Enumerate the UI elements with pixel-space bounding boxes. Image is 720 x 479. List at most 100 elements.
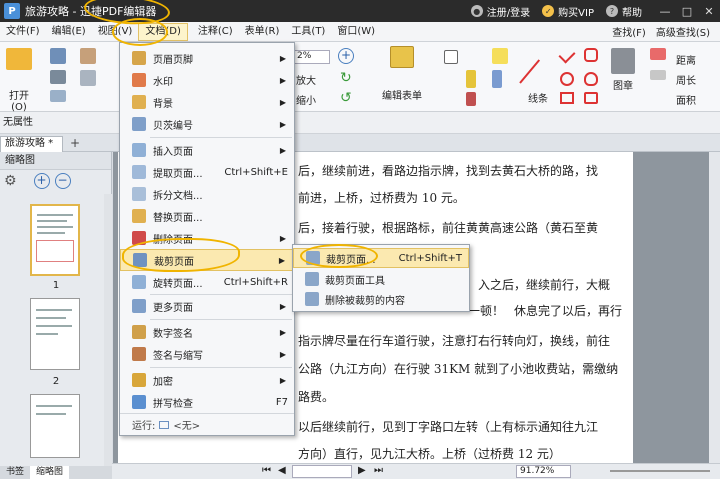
print-icon[interactable]	[50, 70, 66, 84]
page-thumbnail-3[interactable]	[30, 394, 80, 458]
enlarge-label[interactable]: 放大	[296, 72, 316, 87]
zoom-in-thumb-icon[interactable]: +	[33, 173, 50, 189]
shortcut-label: F7	[275, 396, 288, 408]
page-number-input[interactable]	[292, 465, 352, 478]
next-page-icon[interactable]: ▶	[358, 465, 366, 476]
distance-label[interactable]: 距离	[676, 52, 696, 67]
edit-form-button[interactable]: 编辑表单	[366, 46, 438, 102]
menu-item-digital-signature[interactable]: 数字签名 ▶	[120, 321, 294, 343]
menu-edit[interactable]: 编辑(E)	[46, 23, 92, 41]
document-scrollbar[interactable]	[709, 152, 720, 463]
thumbnail-scrollbar[interactable]	[104, 194, 112, 466]
chevron-right-icon: ▶	[279, 233, 286, 243]
rotate-cw-icon[interactable]: ↻	[340, 70, 352, 86]
select-tool-icon[interactable]	[80, 70, 96, 86]
chevron-right-icon: ▶	[279, 145, 286, 155]
insert-pages-icon	[132, 143, 146, 157]
vip-icon: ✓	[542, 5, 555, 17]
line-tool-icon[interactable]	[519, 59, 541, 84]
line-label: 线条	[528, 94, 548, 105]
last-page-icon[interactable]: ⏭	[374, 465, 383, 476]
strikeout-icon[interactable]	[466, 92, 476, 106]
tab-thumbnails[interactable]: 缩略图	[30, 466, 70, 479]
add-tab-icon[interactable]: +	[70, 136, 80, 150]
menu-item-bates-number[interactable]: 贝茨编号 ▶	[120, 113, 294, 135]
chevron-right-icon: ▶	[279, 97, 286, 107]
first-page-icon[interactable]: ⏮	[262, 465, 271, 476]
menu-item-watermark[interactable]: 水印 ▶	[120, 69, 294, 91]
zoom-out-thumb-icon[interactable]: −	[54, 173, 71, 189]
run-value[interactable]: <无>	[173, 417, 200, 432]
gear-icon[interactable]: ⚙	[4, 173, 17, 189]
menu-form[interactable]: 表单(R)	[239, 23, 286, 41]
underline-icon[interactable]	[492, 70, 502, 88]
menu-comment[interactable]: 注释(C)	[192, 23, 239, 41]
polygon-tool-icon[interactable]	[584, 48, 598, 62]
help-link[interactable]: ? 帮助	[606, 4, 642, 19]
menu-bar: 文件(F) 编辑(E) 视图(V) 文档(D) 注释(C) 表单(R) 工具(T…	[0, 22, 720, 42]
advanced-find-button[interactable]: 高级查找(S)	[656, 24, 710, 39]
email-icon[interactable]	[50, 90, 66, 102]
buy-vip-label: 购买VIP	[558, 7, 594, 19]
cloud-tool-icon[interactable]	[584, 72, 598, 86]
zoom-slider[interactable]	[610, 470, 710, 472]
menu-file[interactable]: 文件(F)	[0, 23, 46, 41]
thumb-line	[36, 413, 66, 415]
menu-item-background[interactable]: 背景 ▶	[120, 91, 294, 113]
stamp-button[interactable]: 图章	[608, 48, 638, 92]
rectangle-tool-icon[interactable]	[560, 92, 574, 104]
area-label[interactable]: 面积	[676, 92, 696, 107]
polyline-tool-icon[interactable]	[584, 92, 598, 104]
menu-item-more-pages[interactable]: 更多页面 ▶	[120, 295, 294, 317]
menu-item-rotate-pages[interactable]: 旋转页面... Ctrl+Shift+R	[120, 271, 294, 293]
tab-bookmarks[interactable]: 书签	[0, 466, 30, 479]
prev-page-icon[interactable]: ◀	[278, 465, 286, 476]
menu-window[interactable]: 窗口(W)	[331, 23, 381, 41]
highlight-icon[interactable]	[466, 70, 476, 88]
textbox-icon[interactable]	[444, 50, 458, 64]
menu-item-split-document[interactable]: 拆分文档...	[120, 183, 294, 205]
menu-item-replace-pages[interactable]: 替换页面...	[120, 205, 294, 227]
distance-icon[interactable]	[650, 70, 666, 80]
save-icon[interactable]	[50, 48, 66, 64]
menu-item-sign-initials[interactable]: 签名与缩写 ▶	[120, 343, 294, 365]
open-label: 打开(O)	[9, 91, 29, 113]
rotate-ccw-icon[interactable]: ↺	[340, 90, 352, 106]
hand-tool-icon[interactable]	[80, 48, 96, 64]
tab-travel-guide[interactable]: 旅游攻略 * ×	[0, 136, 63, 163]
eraser-icon[interactable]	[650, 48, 666, 60]
buy-vip-link[interactable]: ✓ 购买VIP	[542, 4, 594, 19]
menu-footer: 运行: <无>	[120, 413, 294, 435]
page-thumbnail-2[interactable]	[30, 298, 80, 370]
zoom-level[interactable]: 91.72%	[516, 465, 571, 478]
zoom-percent[interactable]: 2%	[294, 50, 330, 64]
register-login-link[interactable]: ● 注册/登录	[470, 4, 531, 19]
shortcut-label: Ctrl+Shift+R	[223, 276, 288, 288]
menu-item-extract-pages[interactable]: 提取页面... Ctrl+Shift+E	[120, 161, 294, 183]
menu-item-encrypt[interactable]: 加密 ▶	[120, 369, 294, 391]
submenu-item-remove-cropped[interactable]: 删除被裁剪的内容	[293, 289, 469, 309]
shrink-label[interactable]: 缩小	[296, 92, 316, 107]
menu-separator	[150, 319, 292, 320]
minimize-icon[interactable]: —	[654, 0, 676, 22]
properties-label: 无属性	[3, 117, 33, 128]
open-button[interactable]: 打开(O)	[2, 48, 36, 113]
submenu-item-crop-tool[interactable]: 裁剪页面工具	[293, 269, 469, 289]
arrow-tool-icon[interactable]	[558, 46, 576, 64]
menu-item-spell-check[interactable]: 拼写检查 F7	[120, 391, 294, 413]
annotation-oval-menu	[112, 18, 168, 46]
circle-tool-icon[interactable]	[560, 72, 574, 86]
menu-item-header-footer[interactable]: 页眉页脚 ▶	[120, 47, 294, 69]
close-icon[interactable]: ✕	[698, 0, 720, 22]
menu-item-insert-pages[interactable]: 插入页面 ▶	[120, 139, 294, 161]
menu-tools[interactable]: 工具(T)	[285, 23, 331, 41]
find-button[interactable]: 查找(F)	[612, 24, 646, 39]
zoom-in-icon[interactable]: +	[338, 48, 354, 64]
register-login-label: 注册/登录	[486, 7, 531, 19]
page-thumbnail-1[interactable]	[30, 204, 80, 276]
crop-tool-icon	[305, 272, 319, 286]
perimeter-label[interactable]: 周长	[676, 72, 696, 87]
sticky-note-icon[interactable]	[492, 48, 508, 64]
maximize-icon[interactable]: □	[676, 0, 698, 22]
extract-pages-icon	[132, 165, 146, 179]
